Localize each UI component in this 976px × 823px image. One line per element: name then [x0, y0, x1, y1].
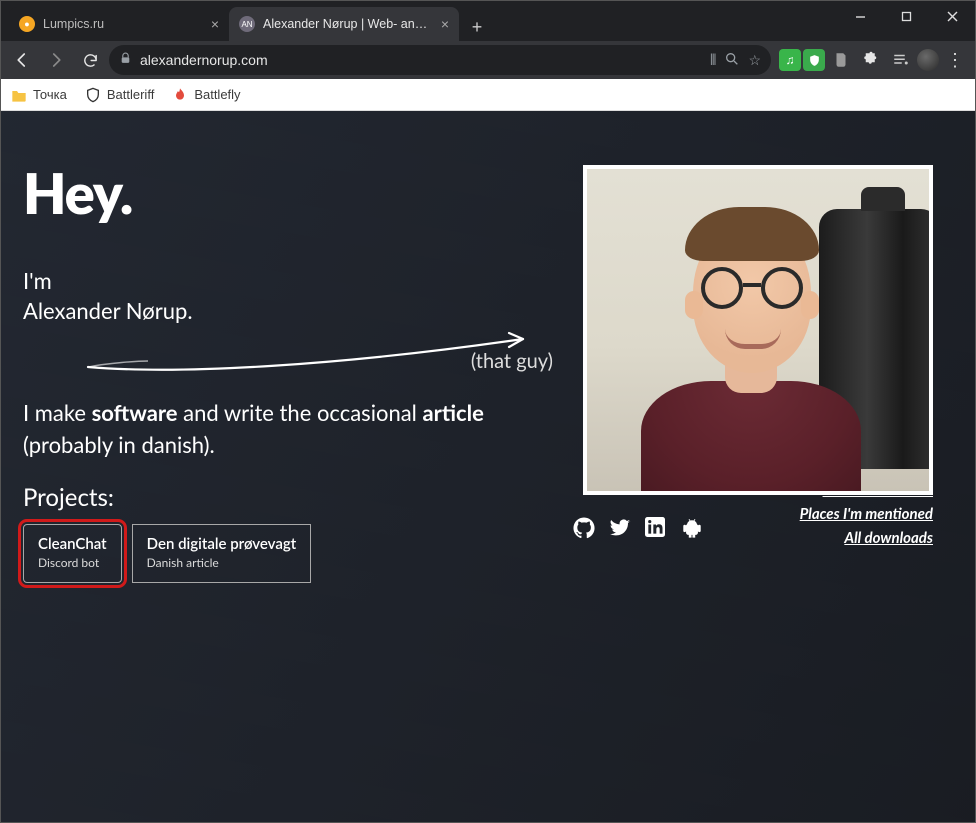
shield-icon — [85, 87, 101, 103]
close-icon[interactable]: × — [441, 16, 449, 32]
lock-icon — [119, 52, 132, 68]
profile-avatar[interactable] — [917, 49, 939, 71]
project-card-provevagt[interactable]: Den digitale prøvevagt Danish article — [132, 524, 312, 583]
folder-icon — [11, 87, 27, 103]
bookmark-label: Battleriff — [107, 87, 154, 102]
browser-window: ● Lumpics.ru × AN Alexander Nørup | Web-… — [0, 0, 976, 823]
right-column: Send me an email Places I'm mentioned Al… — [573, 159, 933, 583]
extension-evernote-icon[interactable] — [827, 46, 855, 74]
intro-text: I'm Alexander Nørup. — [23, 266, 543, 325]
project-subtitle: Danish article — [147, 555, 297, 570]
page-viewport: Hey. I'm Alexander Nørup. (that guy) I m… — [1, 111, 975, 822]
description-text: I make software and write the occasional… — [23, 397, 543, 461]
android-icon[interactable] — [681, 517, 703, 539]
project-subtitle: Discord bot — [38, 555, 107, 570]
tab-title: Lumpics.ru — [43, 17, 203, 31]
extension-adblock-icon[interactable] — [803, 49, 825, 71]
translate-icon[interactable]: ⦀ — [710, 52, 717, 69]
extension-music-icon[interactable]: ♫ — [779, 49, 801, 71]
window-controls — [837, 1, 975, 33]
zoom-icon[interactable] — [724, 51, 740, 70]
github-icon[interactable] — [573, 517, 595, 539]
profile-photo — [583, 165, 933, 495]
toolbar: alexandernorup.com ⦀ ☆ ♫ ⋮ — [1, 41, 975, 79]
bookmark-label: Battlefly — [194, 87, 240, 102]
intro-line1: I'm — [23, 266, 543, 296]
project-title: CleanChat — [38, 535, 107, 553]
link-mentions[interactable]: Places I'm mentioned — [800, 505, 933, 523]
project-title: Den digitale prøvevagt — [147, 535, 297, 553]
bookmarks-bar: Точка Battleriff Battlefly — [1, 79, 975, 111]
flame-icon — [172, 87, 188, 103]
page-heading: Hey. — [23, 159, 543, 226]
browser-menu-button[interactable]: ⋮ — [941, 50, 969, 71]
intro-line2: Alexander Nørup. — [23, 296, 543, 326]
forward-button[interactable] — [41, 45, 71, 75]
extensions-row: ♫ ⋮ — [775, 46, 969, 74]
arrow-annotation: (that guy) — [23, 331, 543, 379]
bookmark-tochka[interactable]: Точка — [11, 87, 67, 103]
extension-readinglist-icon[interactable] — [887, 46, 915, 74]
link-downloads[interactable]: All downloads — [800, 529, 933, 547]
titlebar: ● Lumpics.ru × AN Alexander Nørup | Web-… — [1, 1, 975, 41]
page-content: Hey. I'm Alexander Nørup. (that guy) I m… — [1, 111, 975, 583]
extensions-puzzle-icon[interactable] — [857, 46, 885, 74]
bookmark-star-icon[interactable]: ☆ — [748, 52, 761, 69]
bookmark-battlefly[interactable]: Battlefly — [172, 87, 240, 103]
back-button[interactable] — [7, 45, 37, 75]
tab-title: Alexander Nørup | Web- and soft — [263, 17, 433, 31]
close-icon[interactable]: × — [211, 16, 219, 32]
left-column: Hey. I'm Alexander Nørup. (that guy) I m… — [23, 159, 543, 583]
projects-list: CleanChat Discord bot Den digitale prøve… — [23, 524, 543, 583]
tab-lumpics[interactable]: ● Lumpics.ru × — [9, 7, 229, 41]
maximize-button[interactable] — [883, 1, 929, 31]
projects-heading: Projects: — [23, 483, 543, 512]
tab-strip: ● Lumpics.ru × AN Alexander Nørup | Web-… — [1, 1, 837, 41]
favicon-an: AN — [239, 16, 255, 32]
address-bar[interactable]: alexandernorup.com ⦀ ☆ — [109, 45, 771, 75]
favicon-lumpics: ● — [19, 16, 35, 32]
reload-button[interactable] — [75, 45, 105, 75]
new-tab-button[interactable]: + — [463, 13, 491, 41]
linkedin-icon[interactable] — [645, 517, 667, 539]
minimize-button[interactable] — [837, 1, 883, 31]
social-row — [573, 517, 703, 539]
close-window-button[interactable] — [929, 1, 975, 31]
bookmark-battleriff[interactable]: Battleriff — [85, 87, 154, 103]
twitter-icon[interactable] — [609, 517, 631, 539]
tab-alexandernorup[interactable]: AN Alexander Nørup | Web- and soft × — [229, 7, 459, 41]
thatguy-label: (that guy) — [471, 349, 553, 373]
url-text: alexandernorup.com — [140, 52, 268, 68]
bookmark-label: Точка — [33, 87, 67, 102]
project-card-cleanchat[interactable]: CleanChat Discord bot — [23, 524, 122, 583]
